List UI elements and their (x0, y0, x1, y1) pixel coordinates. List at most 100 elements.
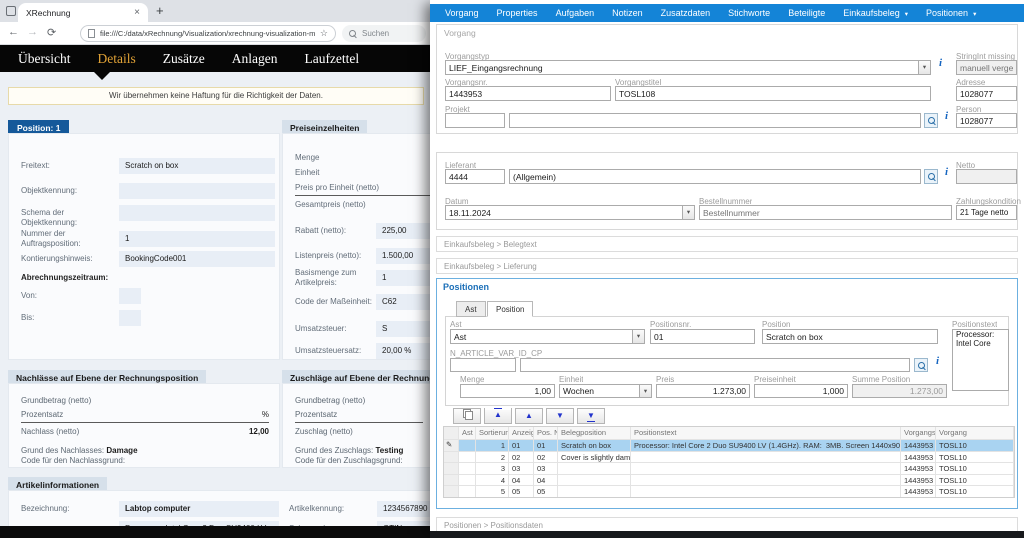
search-icon (928, 173, 936, 181)
col-anzeige[interactable]: Anzeige (509, 427, 534, 440)
nav-uebersicht[interactable]: Übersicht (18, 51, 70, 67)
nav-laufzettel[interactable]: Laufzettel (304, 51, 359, 67)
search-input[interactable]: Suchen (342, 25, 426, 42)
search-icon (918, 362, 926, 370)
new-tab-button[interactable]: + (156, 3, 164, 18)
field-value: Labtop computer (119, 501, 279, 517)
lookup-button[interactable] (914, 358, 928, 372)
position-field[interactable] (762, 329, 938, 344)
menu-aufgaben[interactable]: Aufgaben (547, 8, 604, 18)
col-sortierung[interactable]: Sortierung (476, 427, 509, 440)
move-top-icon: ▲ (494, 408, 502, 420)
menu-einkaufsbeleg[interactable]: Einkaufsbeleg▾ (834, 8, 917, 18)
zahlungskondition-field[interactable] (956, 205, 1017, 220)
lieferant-name-field[interactable] (509, 169, 921, 184)
beleg-group: Lieferant i Netto Datum ▾ Bestellnummer … (436, 152, 1018, 230)
field-value (119, 205, 275, 221)
bookmark-star-icon[interactable]: ☆ (320, 28, 328, 39)
browser-tab[interactable]: XRechnung × (18, 3, 148, 22)
position-detail-box: Ast ▾ Positionsnr. Position Positionstex… (445, 316, 1009, 406)
field-label: Zuschlag (netto) (295, 427, 353, 436)
projekt-name-field[interactable] (509, 113, 921, 128)
move-bottom-button[interactable]: ▼ (577, 408, 605, 424)
adresse-field[interactable] (956, 86, 1017, 101)
grid-row-2[interactable]: 2 02 02 Cover is slightly damaged. 14439… (444, 452, 1014, 464)
preiseinheit-field[interactable] (754, 384, 848, 398)
field-label: Objektkennung: (21, 186, 118, 196)
field-label: Umsatzsteuersatz: (295, 346, 377, 356)
forward-icon[interactable]: → (27, 26, 38, 38)
menu-beteiligte[interactable]: Beteiligte (779, 8, 834, 18)
tab-position[interactable]: Position (487, 301, 533, 317)
vorgangstitel-field[interactable] (615, 86, 931, 101)
lieferant-nr-field[interactable] (445, 169, 505, 184)
lookup-button[interactable] (924, 169, 938, 184)
grid-row-4[interactable]: 4 04 04 1443953 TOSL10 (444, 475, 1014, 487)
tab-ast[interactable]: Ast (456, 301, 486, 317)
positionstext-area[interactable]: Processor: Intel Core (952, 329, 1009, 391)
info-icon[interactable]: i (945, 166, 948, 178)
menu-positionen[interactable]: Positionen▾ (917, 8, 985, 18)
vorgangsnr-field[interactable] (445, 86, 611, 101)
col-belegposition[interactable]: Belegposition (558, 427, 631, 440)
menu-stichworte[interactable]: Stichworte (719, 8, 779, 18)
col-pos-nr[interactable]: Pos. Nr. (534, 427, 558, 440)
grid-row-5[interactable]: 5 05 05 1443953 TOSL10 (444, 486, 1014, 498)
info-icon[interactable]: i (945, 110, 948, 122)
menu-vorgang[interactable]: Vorgang (436, 8, 488, 18)
article-var-code-field[interactable] (450, 358, 516, 372)
col-ast[interactable]: Ast (459, 427, 476, 440)
col-vorgang[interactable]: Vorgang (936, 427, 1014, 440)
nav-anlagen[interactable]: Anlagen (232, 51, 278, 67)
back-icon[interactable]: ← (8, 26, 19, 38)
reload-icon[interactable]: ⟳ (47, 26, 56, 39)
menu-zusatzdaten[interactable]: Zusatzdaten (652, 8, 720, 18)
preis-field[interactable] (656, 384, 750, 398)
article-var-name-field[interactable] (520, 358, 910, 372)
vorgangstyp-select[interactable] (445, 60, 931, 75)
col-vorgangsnr[interactable]: Vorgangsnr. (901, 427, 936, 440)
info-icon[interactable]: i (939, 57, 942, 69)
datum-field[interactable] (445, 205, 695, 220)
nav-zusaetze[interactable]: Zusätze (163, 51, 205, 67)
bestellnummer-field[interactable] (699, 205, 952, 220)
tab-overview-icon[interactable] (6, 6, 16, 16)
positionsnr-field[interactable] (650, 329, 755, 344)
section-lieferung[interactable]: Einkaufsbeleg > Lieferung (436, 258, 1018, 274)
field-label: Bezeichnung: (21, 504, 118, 514)
move-down-button[interactable]: ▼ (546, 408, 574, 424)
field-label: Nachlass (netto) (21, 427, 79, 436)
person-field[interactable] (956, 113, 1017, 128)
field-label: Gesamtpreis (netto) (295, 200, 425, 210)
move-up-button[interactable]: ▲ (515, 408, 543, 424)
menge-field[interactable] (460, 384, 555, 398)
url-field[interactable]: file:///C:/data/xRechnung/Visualization/… (80, 25, 336, 42)
col-positionstext[interactable]: Positionstext (631, 427, 901, 440)
dropdown-button[interactable]: ▾ (682, 205, 695, 220)
netto-field (956, 169, 1017, 184)
ast-select[interactable] (450, 329, 645, 344)
lookup-button[interactable] (924, 113, 938, 128)
search-icon (928, 117, 936, 125)
einheit-label: Einheit (559, 375, 583, 384)
grid-row-1[interactable]: ✎ 1 01 01 Scratch on box Processor: Inte… (444, 440, 1014, 452)
dropdown-button[interactable]: ▾ (632, 329, 645, 344)
close-icon[interactable]: × (134, 8, 140, 18)
projekt-code-field[interactable] (445, 113, 505, 128)
article-var-label: N_ARTICLE_VAR_ID_CP (450, 349, 542, 358)
info-icon[interactable]: i (936, 355, 939, 367)
price-panel-body: Menge Einheit Preis pro Einheit (netto) … (282, 133, 432, 360)
move-bottom-icon: ▼ (587, 410, 595, 422)
section-belegtext[interactable]: Einkaufsbeleg > Belegtext (436, 236, 1018, 252)
grid-row-3[interactable]: 3 03 03 1443953 TOSL10 (444, 463, 1014, 475)
copy-row-button[interactable] (453, 408, 481, 424)
preis-label: Preis (656, 375, 674, 384)
browser-bottom-bar (0, 526, 432, 538)
dropdown-button[interactable]: ▾ (639, 384, 652, 398)
field-label: Freitext: (21, 161, 118, 171)
menu-properties[interactable]: Properties (488, 8, 547, 18)
menu-notizen[interactable]: Notizen (603, 8, 652, 18)
nav-details[interactable]: Details (97, 51, 135, 67)
dropdown-button[interactable]: ▾ (918, 60, 931, 75)
move-top-button[interactable]: ▲ (484, 408, 512, 424)
